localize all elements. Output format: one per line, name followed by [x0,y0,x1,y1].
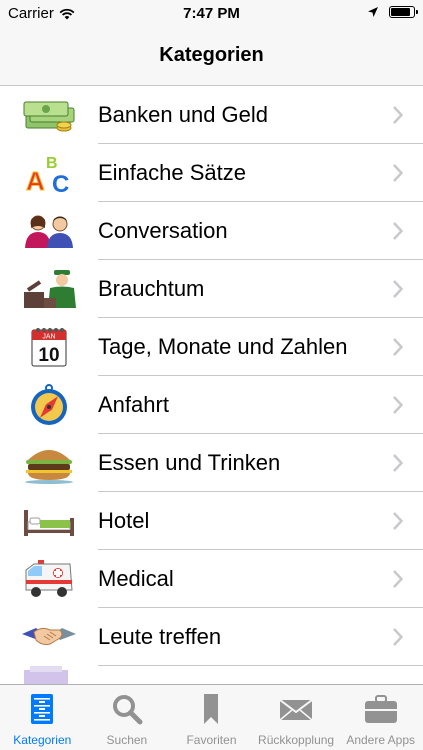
briefcase-icon [364,695,397,723]
status-right-group [367,6,418,18]
handshake-icon [22,627,76,645]
envelope-icon [279,699,313,721]
category-label: Brauchtum [98,276,205,301]
category-label: Einfache Sätze [98,160,246,185]
chevron-right-icon [393,454,403,472]
category-row-conversation[interactable]: Conversation [0,202,423,260]
tab-label: Favoriten [186,733,237,747]
tab-andere-apps[interactable]: Andere Apps [338,685,423,750]
category-row-brauchtum[interactable]: Brauchtum [0,260,423,318]
tab-label: Kategorien [13,733,72,747]
chevron-right-icon [393,280,403,298]
location-arrow-icon [368,7,378,17]
customs-officer-icon [24,270,76,308]
svg-text:A: A [26,166,45,194]
category-row-leute-treffen[interactable]: Leute treffen [0,608,423,666]
chevron-right-icon [393,512,403,530]
category-label: Hotel [98,508,150,533]
category-row-essen[interactable]: Essen und Trinken [0,434,423,492]
bookmark-icon [204,694,219,724]
page-title: Kategorien [159,44,264,66]
ambulance-icon [25,560,73,597]
svg-text:B: B [46,155,58,172]
category-row-medical[interactable]: Medical [0,550,423,608]
chevron-right-icon [393,338,403,356]
tab-kategorien[interactable]: Kategorien [0,685,85,750]
tab-bar: Kategorien Suchen Favoriten Rückkopplung… [0,684,423,750]
svg-text:10: 10 [38,345,59,366]
category-label: Conversation [98,218,228,243]
chevron-right-icon [393,164,403,182]
category-label: Anfahrt [98,392,169,417]
compass-icon [31,384,67,425]
chevron-right-icon [393,570,403,588]
category-row-einfache-saetze[interactable]: B A C Einfache Sätze [0,144,423,202]
tab-suchen[interactable]: Suchen [85,685,170,750]
chevron-right-icon [393,396,403,414]
chevron-right-icon [393,106,403,124]
tab-label: Rückkopplung [258,733,335,747]
tab-label: Suchen [106,733,148,747]
abc-icon: B A C [26,155,70,194]
category-label: Essen und Trinken [98,450,281,475]
category-row-hotel[interactable]: Hotel [0,492,423,550]
bed-icon [24,510,74,536]
category-label: Medical [98,566,174,591]
partial-row-icon [24,666,68,684]
svg-text:JAN: JAN [42,334,55,341]
chevron-right-icon [393,628,403,646]
tab-favoriten[interactable]: Favoriten [169,685,254,750]
category-row-anfahrt[interactable]: Anfahrt [0,376,423,434]
calendar-icon: JAN 10 [31,328,67,367]
category-label: Leute treffen [98,624,222,649]
svg-text:C: C [52,171,69,194]
status-bar: Carrier 7:47 PM [0,0,423,28]
tab-label: Andere Apps [346,733,416,747]
money-icon [23,101,75,132]
people-icon [25,215,73,248]
tab-rueckkopplung[interactable]: Rückkopplung [254,685,339,750]
burger-icon [25,450,73,484]
cabinet-icon [31,694,54,724]
category-list[interactable]: Banken und Geld B A C Einfache Sätze Con… [0,86,423,666]
category-row-tage-monate[interactable]: JAN 10 Tage, Monate und Zahlen [0,318,423,376]
navigation-bar: Kategorien [0,28,423,86]
chevron-right-icon [393,222,403,240]
category-label: Tage, Monate und Zahlen [98,334,348,359]
search-icon [112,695,143,725]
battery-icon [389,6,418,18]
category-label: Banken und Geld [98,102,269,127]
category-row-banken[interactable]: Banken und Geld [0,86,423,144]
status-time: 7:47 PM [183,5,240,22]
